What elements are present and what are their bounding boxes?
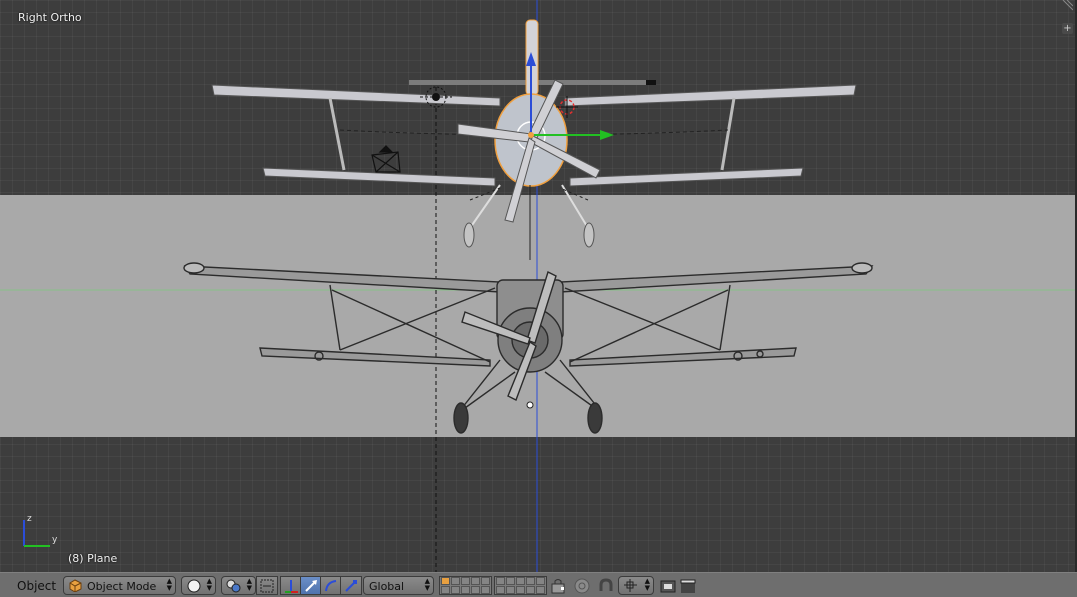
transform-orientation-selector[interactable]: Global ▲ ▼ — [363, 576, 434, 595]
axis-z-label: z — [27, 514, 32, 524]
properties-toggle-icon[interactable]: + — [1062, 23, 1073, 34]
axis-y-label: y — [52, 535, 58, 545]
scale-icon — [345, 580, 357, 592]
dropdown-arrows-icon: ▲ ▼ — [644, 577, 650, 592]
clapper-icon[interactable] — [679, 577, 697, 595]
3d-view-header: Object Object Mode ▲ ▼ ▲ ▼ ▲ ▼ Global ▲ … — [0, 572, 1077, 597]
scale-button[interactable] — [340, 576, 362, 595]
rotate-icon — [325, 580, 337, 592]
cube-mode-icon — [69, 579, 82, 592]
camera-icon[interactable] — [371, 145, 401, 173]
object-menu[interactable]: Object — [17, 579, 56, 593]
mouse-pointer-icon — [526, 401, 534, 409]
shading-solid-icon — [187, 579, 201, 593]
layers-group-a[interactable] — [439, 576, 492, 595]
area-split-corner-icon[interactable] — [1061, 0, 1073, 12]
dropdown-arrows-icon: ▲ ▼ — [206, 577, 212, 592]
translate-button[interactable] — [300, 576, 322, 595]
translate-icon — [305, 580, 317, 592]
rotate-button[interactable] — [320, 576, 342, 595]
layers-group-b[interactable] — [494, 576, 547, 595]
snap-target-icon — [624, 579, 637, 592]
3d-viewport[interactable]: Right Ortho (8) Plane z y + — [0, 0, 1077, 572]
dropdown-arrows-icon: ▲ ▼ — [246, 577, 252, 592]
manipulator-toggle-button[interactable] — [256, 576, 278, 595]
manipulator-axes-icon — [285, 580, 298, 593]
pivot-icon — [226, 579, 241, 593]
orientation-axis-icon: z y — [23, 514, 58, 547]
scene-canvas[interactable] — [0, 0, 1077, 572]
render-icon[interactable] — [659, 577, 677, 595]
mode-label: Object Mode — [87, 580, 157, 593]
proportional-icon[interactable] — [573, 577, 591, 595]
snap-magnet-icon[interactable] — [597, 577, 615, 595]
pivot-point-selector[interactable]: ▲ ▼ — [221, 576, 256, 595]
biplane-mesh[interactable] — [211, 19, 857, 260]
active-object-label: (8) Plane — [68, 552, 118, 565]
dropdown-arrows-icon: ▲ ▼ — [424, 577, 430, 592]
snap-element-selector[interactable]: ▲ ▼ — [618, 576, 654, 595]
lock-icon[interactable] — [549, 577, 567, 595]
dropdown-arrows-icon: ▲ ▼ — [166, 577, 172, 592]
mode-selector[interactable]: Object Mode ▲ ▼ — [63, 576, 176, 595]
orientation-label: Global — [369, 580, 405, 593]
manipulator-toggle-icon — [260, 579, 274, 593]
manipulator-main-button[interactable] — [280, 576, 302, 595]
viewport-shading-selector[interactable]: ▲ ▼ — [181, 576, 216, 595]
view-name-label: Right Ortho — [18, 11, 82, 24]
